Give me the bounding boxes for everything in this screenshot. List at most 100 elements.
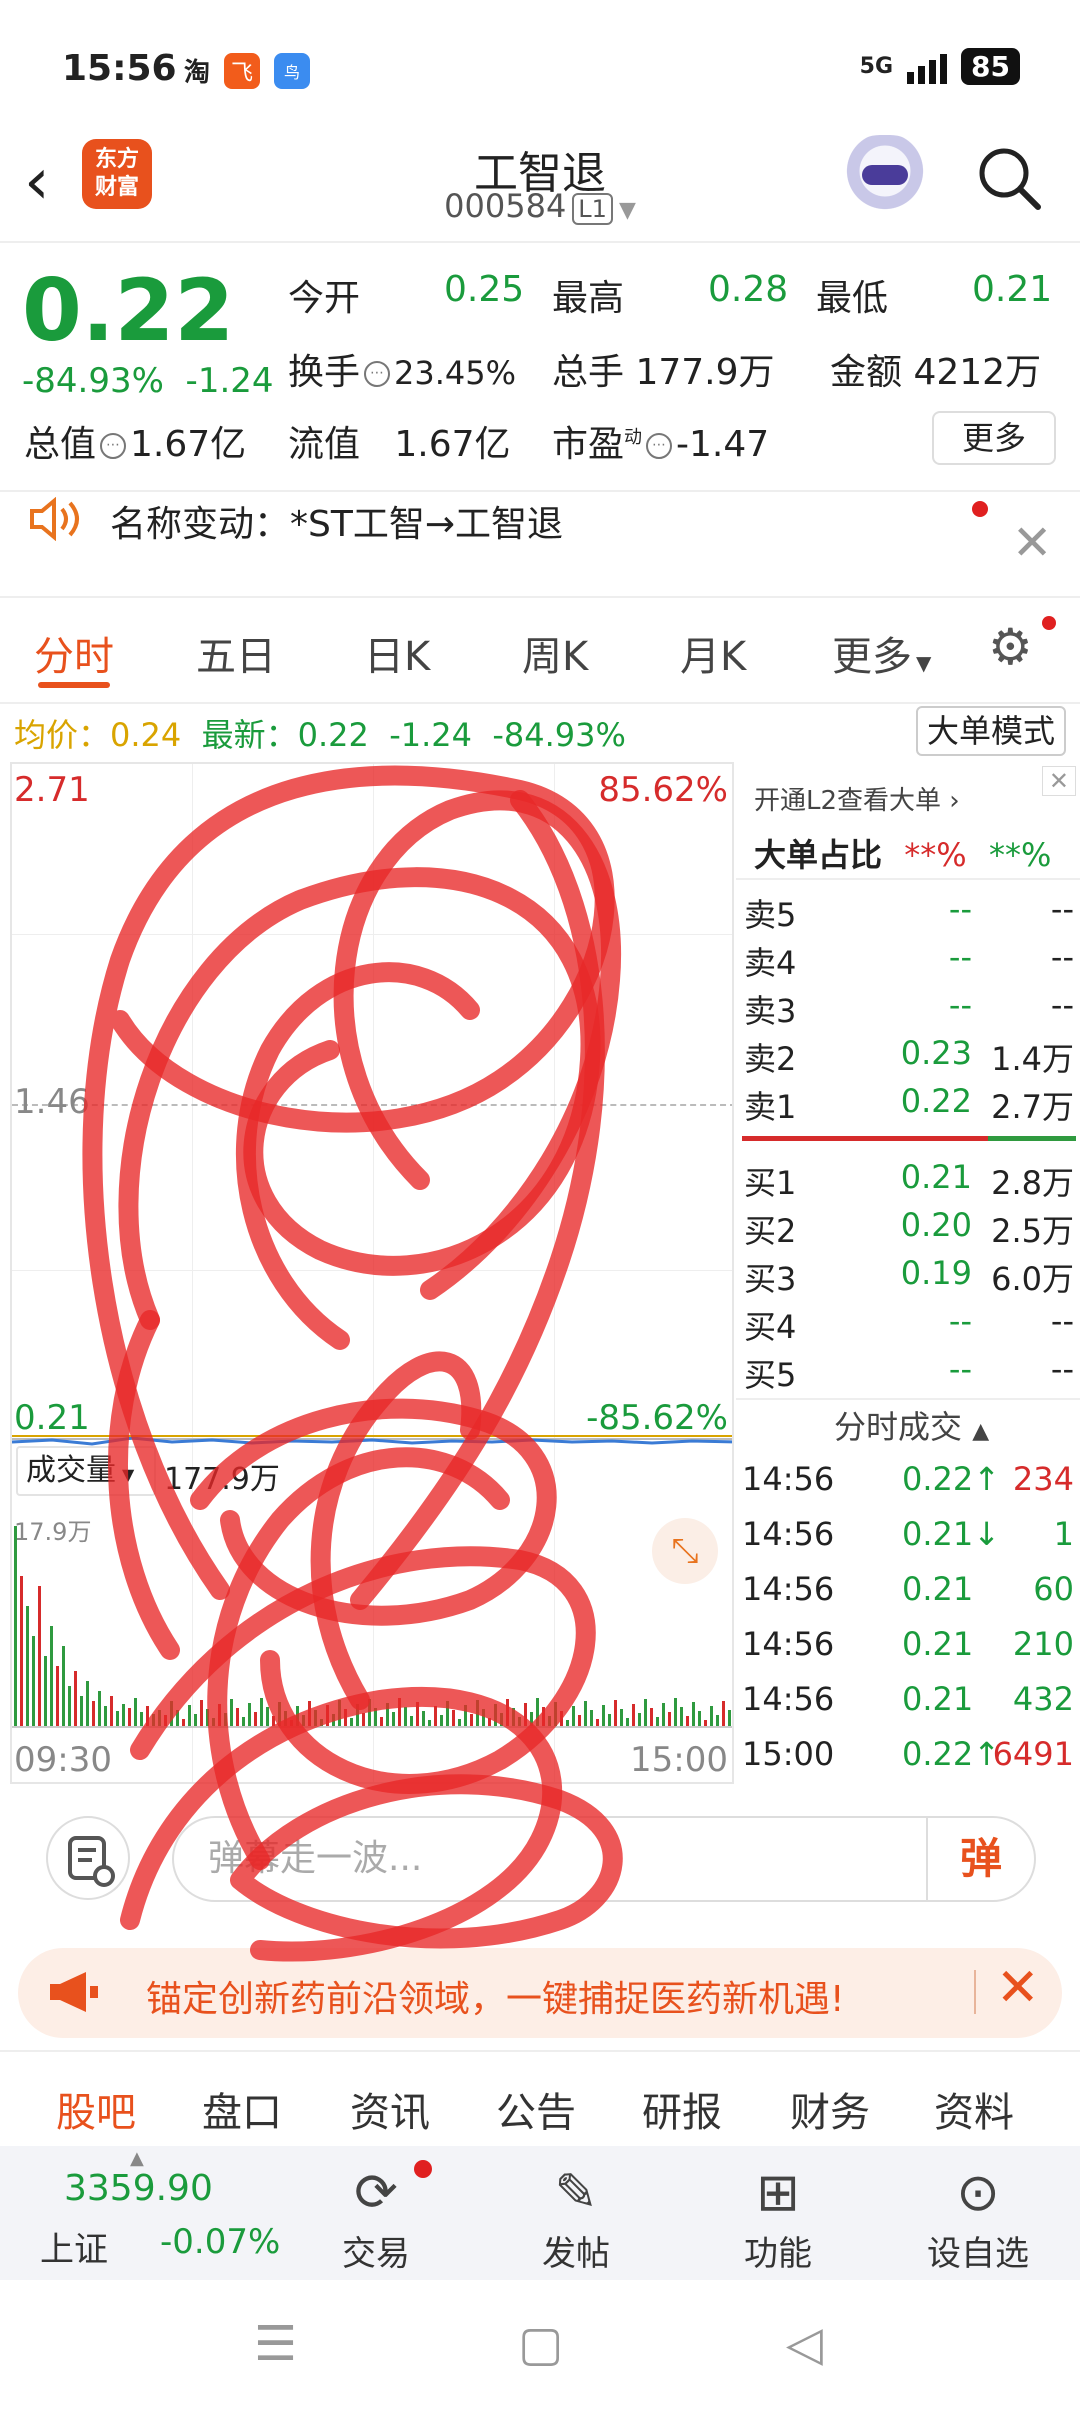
info-icon[interactable]: ⋯	[646, 433, 673, 459]
volume-bar	[434, 1706, 437, 1726]
volume-bar	[104, 1706, 107, 1726]
volume-bar	[380, 1717, 383, 1726]
bottom-tab[interactable]: 资讯	[350, 2080, 430, 2138]
volume-label: 总手	[552, 352, 625, 393]
bid-row: 买4 -- --	[744, 1298, 1076, 1346]
post-button[interactable]: ✎ 发帖	[496, 2160, 656, 2275]
bottom-tab[interactable]: 研报	[642, 2080, 722, 2138]
notice-bar[interactable]: 名称变动：*ST工智→工智退 ✕	[0, 495, 1080, 595]
volume-bar	[356, 1704, 359, 1726]
pe-label: 市盈	[552, 424, 625, 465]
volume-bar	[308, 1701, 311, 1726]
bottom-tab[interactable]: 财务	[790, 2080, 870, 2138]
index-name[interactable]: 上证	[40, 2222, 108, 2271]
index-change[interactable]: -0.07%	[160, 2222, 280, 2262]
volume-bar	[302, 1715, 305, 1726]
ask-price: 0.23	[900, 1034, 972, 1072]
volume-bar	[416, 1702, 419, 1726]
menu-icon[interactable]: ☰	[254, 2316, 297, 2372]
volume-bar	[326, 1705, 329, 1726]
trade-price: 0.21↓	[902, 1515, 1001, 1553]
status-time: 15:56	[62, 48, 177, 89]
functions-button[interactable]: ⊞ 功能	[698, 2160, 858, 2275]
bid-volume: 2.5万	[991, 1212, 1074, 1250]
amount-field: 金额 4212万	[830, 343, 1041, 395]
volume-bar	[404, 1707, 407, 1726]
stock-code: 000584	[444, 187, 567, 225]
volume-selector[interactable]: 成交量 ▼	[16, 1446, 156, 1496]
trades-header[interactable]: 分时成交 ▲	[834, 1402, 989, 1448]
danmu-settings-icon[interactable]	[46, 1816, 130, 1900]
volume-bar	[536, 1698, 539, 1726]
bottom-tab[interactable]: 盘口	[202, 2080, 282, 2138]
danmu-input[interactable]: 弹幕走一波...	[172, 1816, 1036, 1902]
big-order-mode-button[interactable]: 大单模式	[916, 706, 1066, 756]
info-icon[interactable]: ⋯	[364, 361, 391, 387]
bid-level: 买4	[744, 1308, 797, 1346]
trades-label: 分时成交	[834, 1408, 963, 1446]
pe-value: -1.47	[676, 424, 770, 465]
volume-bars	[12, 1510, 732, 1726]
system-nav-bar: ☰ ▢ ◁	[0, 2280, 1080, 2412]
tab-five-day[interactable]: 五日	[196, 624, 276, 682]
volume-bar	[248, 1703, 251, 1726]
more-button[interactable]: 更多	[932, 411, 1056, 465]
volume-bar	[638, 1713, 641, 1726]
promo-banner[interactable]: 锚定创新药前沿领域，一键捕捉医药新机遇! ✕	[18, 1948, 1062, 2038]
index-value[interactable]: 3359.90	[64, 2168, 213, 2209]
add-watchlist-label: 设自选	[927, 2234, 1029, 2274]
caret-down-icon[interactable]: ▼	[619, 198, 636, 223]
volume-bar	[146, 1706, 149, 1726]
tab-more[interactable]: 更多 ▼	[832, 624, 931, 682]
add-watchlist-button[interactable]: ⊙ 设自选	[898, 2160, 1058, 2275]
close-icon[interactable]: ✕	[996, 1958, 1040, 2018]
float-label: 流值	[288, 424, 361, 465]
big-ratio-label: 大单占比	[754, 836, 883, 874]
float-field: 流值 1.67亿	[288, 415, 511, 467]
volume-bar	[110, 1696, 113, 1726]
level-badge[interactable]: L1	[572, 193, 613, 225]
tab-monthly-k[interactable]: 月K	[680, 624, 746, 682]
order-book: 开通L2查看大单 › ✕ 大单占比 **% **% 卖5 -- -- 卖4 -- -- 卖3…	[736, 762, 1080, 1784]
intraday-chart[interactable]: 2.71 85.62% 1.46 0.21 -85.62% 成交量 ▼ 177.9…	[10, 762, 734, 1784]
bottom-tab[interactable]: 股吧	[56, 2080, 136, 2138]
open-label: 今开	[288, 278, 361, 319]
back-icon[interactable]: ◁	[786, 2316, 823, 2372]
trade-row: 14:56 0.21 432	[742, 1672, 1076, 1728]
search-icon[interactable]	[974, 143, 1044, 213]
close-icon[interactable]: ✕	[1012, 515, 1052, 571]
bid-row: 买1 0.21 2.8万	[744, 1154, 1076, 1202]
tab-weekly-k[interactable]: 周K	[522, 624, 588, 682]
info-icon[interactable]: ⋯	[100, 433, 127, 459]
volume-bar	[452, 1710, 455, 1726]
volume-bar	[656, 1717, 659, 1726]
tab-daily-k[interactable]: 日K	[364, 624, 430, 682]
latest-value: 0.22	[297, 716, 369, 754]
tab-intraday[interactable]: 分时	[34, 624, 114, 682]
quote-panel: 0.22 -84.93% -1.24 今开 0.25 最高 0.28 最低 0.…	[0, 243, 1080, 493]
trade-button[interactable]: ⟳ 交易	[296, 2160, 456, 2275]
gear-icon[interactable]: ⚙	[988, 618, 1033, 676]
bid-volume: --	[1050, 1302, 1074, 1340]
high-value: 0.28	[708, 269, 789, 310]
volume-bar	[518, 1717, 521, 1726]
volume-bar	[56, 1666, 59, 1726]
bottom-tab[interactable]: 公告	[496, 2080, 576, 2138]
volume-bar	[230, 1699, 233, 1726]
ask-level: 卖4	[744, 944, 797, 982]
avg-price-line: 均价：0.24 最新：0.22 -1.24 -84.93% 大单模式	[0, 706, 1080, 760]
danmu-send-button[interactable]: 弹	[926, 1818, 1034, 1900]
l2-link[interactable]: 开通L2查看大单 ›	[754, 780, 960, 817]
ask-bid-ratio-bar-red	[742, 1136, 988, 1141]
mktcap-field: 总值 ⋯ 1.67亿	[24, 415, 246, 467]
volume-bar	[506, 1699, 509, 1726]
volume-bar	[116, 1711, 119, 1726]
bottom-tab[interactable]: 资料	[934, 2080, 1014, 2138]
robot-avatar-icon[interactable]	[840, 135, 930, 215]
close-icon[interactable]: ✕	[1041, 766, 1076, 796]
volume-bar	[542, 1707, 545, 1726]
home-icon[interactable]: ▢	[518, 2316, 563, 2372]
trade-row: 14:56 0.22↑ 234	[742, 1452, 1076, 1508]
volume-bar	[728, 1710, 731, 1726]
volume-bar	[464, 1705, 467, 1726]
